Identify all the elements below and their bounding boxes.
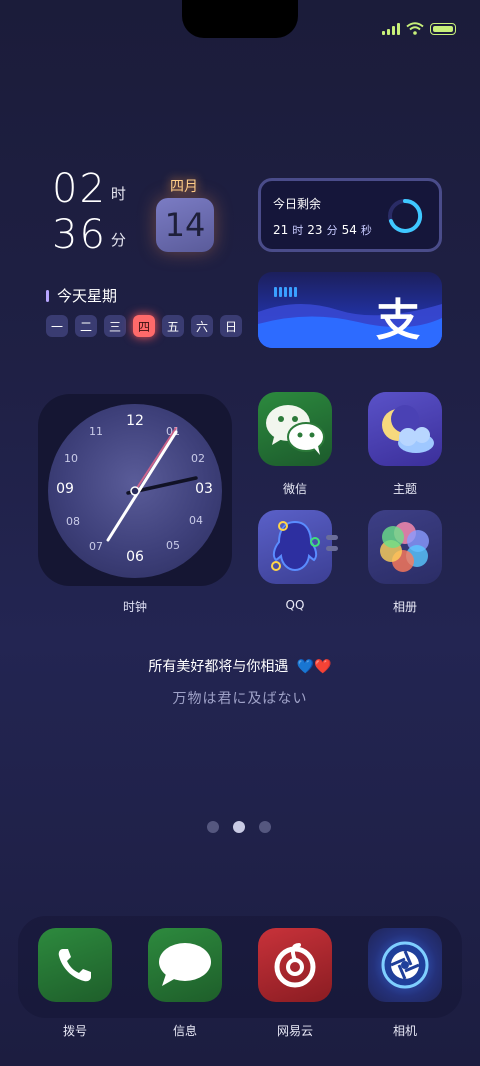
date-box: 14 xyxy=(156,198,214,252)
heart-emoji-icons: 💙❤️ xyxy=(296,659,332,675)
clock-label: 时钟 xyxy=(122,600,147,614)
dock-label-camera: 相机 xyxy=(392,1024,417,1038)
page-indicator[interactable] xyxy=(207,821,271,833)
qq-app-icon[interactable] xyxy=(258,510,332,584)
week-header: 今天星期 xyxy=(46,285,117,306)
weekday-7: 日 xyxy=(220,315,242,337)
gallery-flower-icon xyxy=(380,522,429,572)
quote-line-2: 万物は君に及ばない xyxy=(172,691,308,707)
progress-ring-icon xyxy=(388,198,423,233)
weekday-5: 五 xyxy=(162,315,184,337)
clock-center xyxy=(130,486,140,496)
dock-label-phone: 拨号 xyxy=(62,1024,87,1038)
time-widget[interactable]: 02 时 36 分 xyxy=(52,166,126,258)
countdown-minutes-unit: 分 xyxy=(326,224,338,237)
countdown-hours: 21 xyxy=(273,223,289,237)
message-app-icon[interactable] xyxy=(148,928,222,1002)
countdown-values: 21 时 23 分 54 秒 xyxy=(273,222,372,238)
qq-label: QQ xyxy=(285,598,305,612)
status-bar xyxy=(382,22,456,35)
day-number: 14 xyxy=(164,206,206,244)
wechat-label: 微信 xyxy=(282,482,307,496)
clock-number-10: 10 xyxy=(64,452,78,465)
dock-label-message: 信息 xyxy=(172,1024,197,1038)
dock-label-netease: 网易云 xyxy=(276,1024,313,1038)
gallery-label: 相册 xyxy=(392,600,417,614)
countdown-seconds-unit: 秒 xyxy=(360,224,372,237)
theme-label: 主题 xyxy=(392,482,417,496)
minute-value: 36 xyxy=(52,212,107,258)
clock-number-09: 09 xyxy=(56,481,74,497)
countdown-widget[interactable]: 今日剩余 21 时 23 分 54 秒 xyxy=(258,178,442,252)
month-label: 四月 xyxy=(170,179,198,195)
phone-app-icon[interactable] xyxy=(38,928,112,1002)
alipay-icon: 支 xyxy=(376,295,420,346)
clock-number-04: 04 xyxy=(189,514,203,527)
quote-line-1: 所有美好都将与你相遇 💙❤️ xyxy=(0,656,480,676)
page-dot[interactable] xyxy=(259,821,271,833)
second-hand-glow xyxy=(134,427,177,492)
countdown-seconds: 54 xyxy=(341,223,357,237)
week-title: 今天星期 xyxy=(57,287,118,305)
signal-bars-icon xyxy=(274,287,297,297)
weekday-row[interactable]: 一 二 三 四 五 六 日 xyxy=(46,315,242,337)
clock-number-07: 07 xyxy=(89,540,103,553)
hour-value: 02 xyxy=(52,166,107,212)
countdown-hours-unit: 时 xyxy=(292,224,304,237)
handle-decoration xyxy=(326,546,338,551)
camera-notch xyxy=(182,0,298,38)
clock-number-05: 05 xyxy=(166,539,180,552)
phone-icon xyxy=(58,949,91,982)
clock-hands: 12 01 02 03 04 05 06 07 08 09 10 11 xyxy=(56,413,213,565)
weekday-4-active: 四 xyxy=(133,315,155,337)
gallery-app-icon[interactable] xyxy=(368,510,442,584)
clock-number-12: 12 xyxy=(126,413,144,429)
clock-number-03: 03 xyxy=(195,481,213,497)
minute-unit: 分 xyxy=(110,231,126,249)
signal-icon xyxy=(382,22,400,35)
page-dot[interactable] xyxy=(207,821,219,833)
week-accent-bar xyxy=(46,289,49,302)
camera-icon xyxy=(381,941,429,989)
netease-music-app-icon[interactable] xyxy=(258,928,332,1002)
weekday-6: 六 xyxy=(191,315,213,337)
camera-app-icon[interactable] xyxy=(368,928,442,1002)
netease-music-icon xyxy=(274,943,316,988)
clock-widget[interactable]: 12 01 02 03 04 05 06 07 08 09 10 11 xyxy=(38,394,232,586)
countdown-title: 今日剩余 xyxy=(273,197,322,211)
clock-number-11: 11 xyxy=(89,425,103,438)
message-icon xyxy=(159,943,211,986)
qq-penguin-icon xyxy=(271,520,320,572)
weekday-1: 一 xyxy=(46,315,68,337)
theme-app-icon[interactable] xyxy=(368,392,442,466)
battery-icon xyxy=(430,22,456,35)
wifi-icon xyxy=(406,22,424,35)
clock-number-02: 02 xyxy=(191,452,205,465)
countdown-minutes: 23 xyxy=(307,223,323,237)
theme-moon-icon xyxy=(382,405,434,453)
clock-number-06: 06 xyxy=(126,549,144,565)
handle-decoration xyxy=(326,535,338,540)
weekday-3: 三 xyxy=(104,315,126,337)
wechat-icon xyxy=(266,405,325,455)
hour-unit: 时 xyxy=(110,185,126,203)
alipay-widget[interactable]: 支 xyxy=(258,272,442,348)
quote-text: 所有美好都将与你相遇 xyxy=(148,659,289,675)
page-dot-active[interactable] xyxy=(233,821,245,833)
clock-number-08: 08 xyxy=(66,515,80,528)
weekday-2: 二 xyxy=(75,315,97,337)
analog-clock-face: 12 01 02 03 04 05 06 07 08 09 10 11 xyxy=(48,404,222,578)
wechat-app-icon[interactable] xyxy=(258,392,332,466)
